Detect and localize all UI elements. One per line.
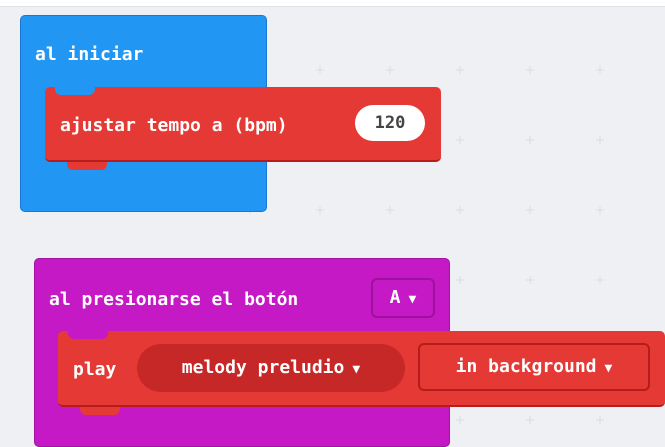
- block-notch: [68, 331, 108, 339]
- on-button-label: al presionarse el botón: [49, 289, 299, 310]
- caret-down-icon: ▼: [408, 292, 417, 307]
- set-tempo-block[interactable]: ajustar tempo a (bpm) 120: [45, 87, 441, 170]
- block-tab: [67, 162, 107, 170]
- melody-dropdown[interactable]: melody preludio ▼: [137, 344, 405, 392]
- caret-down-icon: ▼: [604, 361, 613, 376]
- caret-down-icon: ▼: [352, 362, 361, 377]
- play-label: play: [73, 359, 117, 380]
- button-dropdown[interactable]: A ▼: [371, 278, 435, 318]
- block-notch: [55, 87, 95, 95]
- playback-mode-value: in background: [455, 356, 597, 377]
- tempo-value-input[interactable]: 120: [355, 105, 425, 141]
- block-tab: [80, 407, 120, 415]
- playback-mode-dropdown[interactable]: in background ▼: [418, 343, 650, 391]
- melody-dropdown-value: melody preludio: [181, 357, 345, 378]
- toolbar-edge: [0, 0, 665, 7]
- play-melody-block[interactable]: play melody preludio ▼ in background ▼: [58, 331, 665, 415]
- set-tempo-label: ajustar tempo a (bpm): [60, 115, 288, 136]
- button-dropdown-value: A: [389, 287, 401, 308]
- on-start-label: al iniciar: [35, 44, 144, 65]
